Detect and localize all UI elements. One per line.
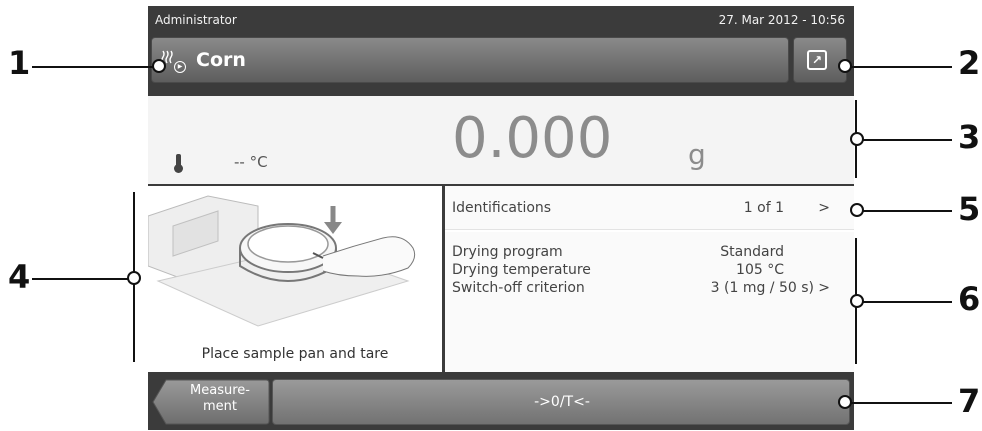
callout-5-dot [850,203,864,217]
measurement-back-button[interactable]: Measure- ment [152,379,270,425]
temperature-readout: -- °C [234,153,268,171]
measurement-back-label: Measure- ment [190,383,250,414]
switch-off-criterion-value: 3 (1 mg / 50 s) [710,280,814,296]
callout-1-leader [32,66,156,68]
device-screen: Administrator 27. Mar 2012 - 10:56 ▶ Cor… [148,6,854,430]
zero-tare-button[interactable]: ->0/T<- [272,379,850,425]
drying-temperature-label: Drying temperature [452,262,591,278]
zero-tare-label: ->0/T<- [534,394,590,410]
instruction-caption: Place sample pan and tare [201,346,389,362]
callout-4: 4 [8,258,31,296]
drying-parameters-row[interactable]: Drying program Standard Drying temperatu… [445,232,854,372]
identifications-value: 1 of 1 [743,200,784,216]
callout-1-dot [152,59,166,73]
callout-2: 2 [958,44,981,82]
user-name: Administrator [155,13,237,27]
sample-pan-illustration [148,195,416,327]
callout-3-leader [862,139,952,141]
shortcut-button[interactable]: ↗ [793,37,847,83]
callout-2-leader [846,66,952,68]
method-title: Corn [196,49,246,71]
date-time: 27. Mar 2012 - 10:56 [718,13,845,27]
callout-6: 6 [958,280,981,318]
identifications-label: Identifications [452,200,552,216]
callout-3: 3 [958,118,981,156]
instruction-illustration: Place sample pan and tare [148,186,442,372]
callout-6-leader [862,301,952,303]
callout-3-dot [850,132,864,146]
callout-7-dot [838,395,852,409]
identifications-row[interactable]: Identifications 1 of 1 > [445,186,854,230]
status-bar: Administrator 27. Mar 2012 - 10:56 [148,6,854,34]
method-title-bar[interactable]: ▶ Corn [151,37,789,83]
chevron-right-icon: > [818,280,830,296]
play-icon: ▶ [174,61,186,73]
weight-unit: g [688,138,706,171]
drying-program-value: Standard [720,244,784,260]
callout-4-dot [127,271,141,285]
switch-off-criterion-label: Switch-off criterion [452,280,585,296]
callout-5-leader [862,210,952,212]
chevron-right-icon: > [818,200,830,216]
callout-7: 7 [958,382,981,420]
weight-value: 0.000 [452,106,613,171]
drying-program-label: Drying program [452,244,563,260]
thermometer-icon [174,154,183,173]
drying-temperature-value: 105 °C [736,262,784,278]
bottom-action-bar: Measure- ment ->0/T<- [148,375,854,430]
callout-5: 5 [958,190,981,228]
shortcut-arrow-icon: ↗ [807,50,827,70]
weight-display: -- °C 0.000 g [148,96,854,184]
method-info-panel: Identifications 1 of 1 > Drying program … [445,186,854,372]
callout-7-leader [846,402,952,404]
callout-1: 1 [8,44,31,82]
callout-6-dot [850,294,864,308]
callout-2-dot [838,59,852,73]
callout-4-leader [32,278,130,280]
